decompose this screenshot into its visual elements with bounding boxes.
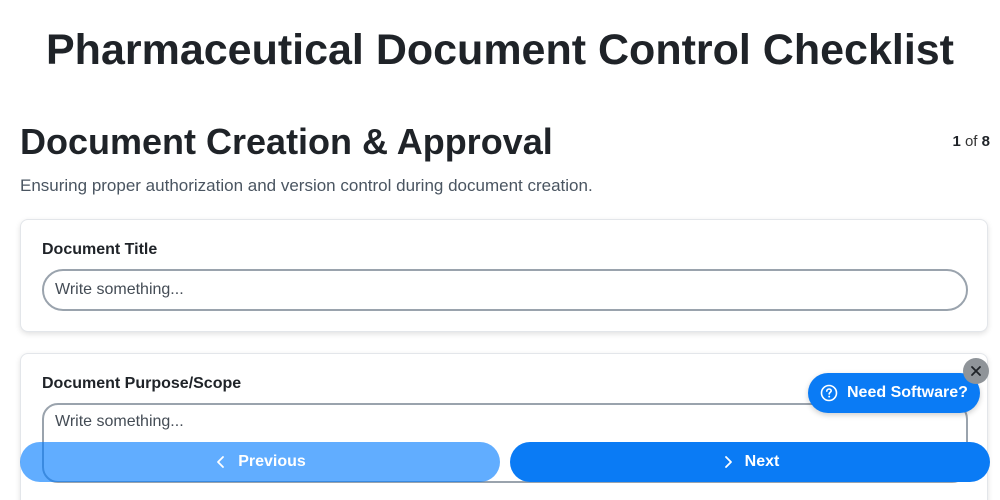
step-total: 8 <box>981 133 990 150</box>
next-button[interactable]: Next <box>510 442 990 482</box>
step-counter: 1 of 8 <box>952 133 990 150</box>
need-software-label: Need Software? <box>847 384 968 401</box>
section-description: Ensuring proper authorization and versio… <box>20 176 593 195</box>
page-title: Pharmaceutical Document Control Checklis… <box>46 26 954 74</box>
need-software-button[interactable]: Need Software? <box>808 373 980 413</box>
chevron-left-icon <box>217 456 225 468</box>
checklist-page: Pharmaceutical Document Control Checklis… <box>0 0 1000 500</box>
step-of: of <box>964 133 978 150</box>
close-help-button[interactable] <box>963 358 989 384</box>
field-label: Document Title <box>42 241 158 258</box>
step-current: 1 <box>952 133 961 150</box>
chevron-right-icon <box>724 456 732 468</box>
section-title: Document Creation & Approval <box>20 121 553 162</box>
previous-button[interactable]: Previous <box>20 442 500 482</box>
next-label: Next <box>744 453 780 470</box>
document-title-input[interactable] <box>42 269 968 311</box>
field-label: Document Purpose/Scope <box>42 375 242 392</box>
previous-label: Previous <box>238 453 306 470</box>
close-icon <box>971 366 981 376</box>
question-circle-icon <box>820 384 838 402</box>
field-card-document-title: Document Title <box>20 219 988 332</box>
